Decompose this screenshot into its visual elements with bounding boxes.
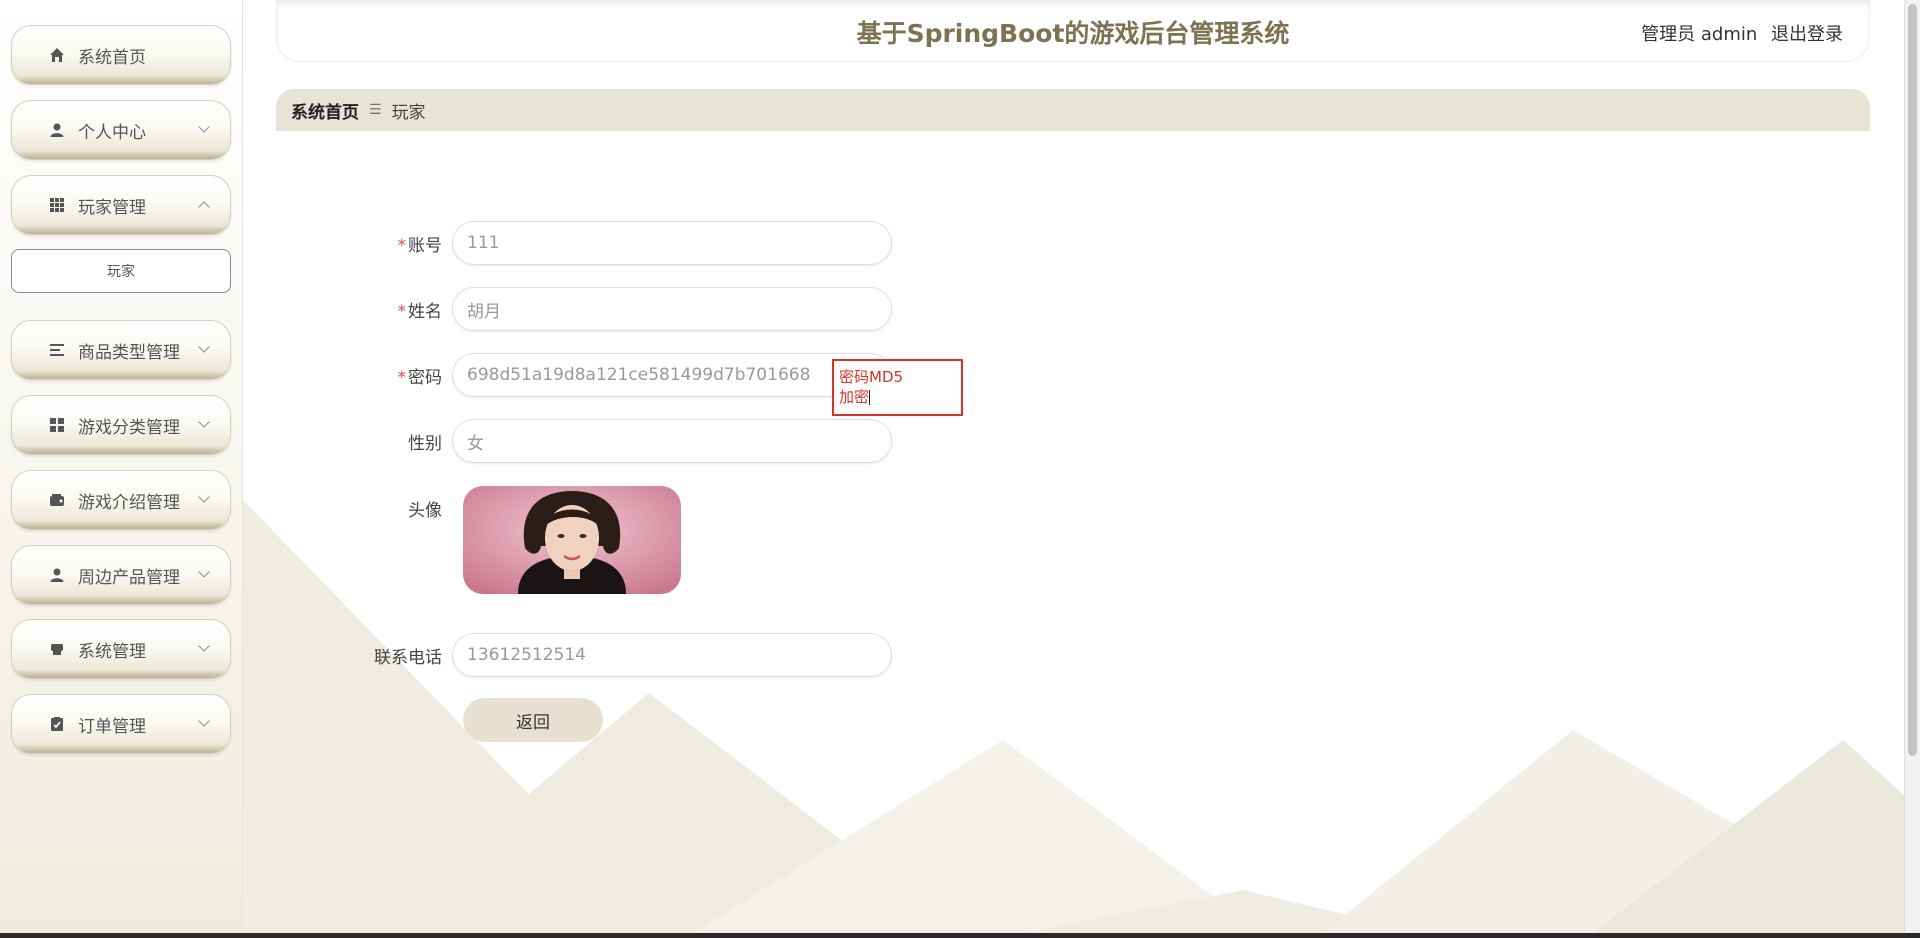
chevron-down-icon bbox=[198, 121, 210, 133]
user-info: 管理员 admin 退出登录 bbox=[1641, 20, 1843, 46]
chevron-up-icon bbox=[198, 201, 210, 213]
chevron-down-icon bbox=[198, 416, 210, 428]
scrollbar-thumb[interactable] bbox=[1908, 4, 1917, 756]
home-icon bbox=[48, 46, 66, 64]
sidebar-item-label: 玩家管理 bbox=[78, 197, 146, 218]
annotation-line-1: 密码MD5 bbox=[839, 368, 904, 386]
sidebar-item-label: 系统首页 bbox=[78, 47, 146, 68]
chevron-down-icon bbox=[198, 640, 210, 652]
required-mark: * bbox=[397, 367, 407, 388]
sidebar-subitem-player[interactable]: 玩家 bbox=[11, 249, 231, 293]
app-title: 基于SpringBoot的游戏后台管理系统 bbox=[856, 19, 1290, 48]
sidebar-item-product-type[interactable]: 商品类型管理 bbox=[11, 320, 231, 380]
sidebar-item-player-management[interactable]: 玩家管理 bbox=[11, 175, 231, 235]
form-row-account: * 账号 111 bbox=[300, 221, 892, 265]
sidebar-item-merchandise[interactable]: 周边产品管理 bbox=[11, 545, 231, 605]
form-row-password: * 密码 698d51a19d8a121ce581499d7b701668 bbox=[300, 353, 892, 397]
sidebar-item-label: 个人中心 bbox=[78, 122, 146, 143]
vertical-scrollbar[interactable] bbox=[1904, 0, 1920, 933]
sidebar-item-game-category[interactable]: 游戏分类管理 bbox=[11, 395, 231, 455]
menu-icon: ☰ bbox=[369, 102, 382, 118]
window-bottom-edge bbox=[0, 933, 1920, 938]
user-icon bbox=[48, 121, 66, 139]
sidebar-item-profile[interactable]: 个人中心 bbox=[11, 100, 231, 160]
list-icon bbox=[48, 341, 66, 359]
admin-label: 管理员 admin bbox=[1641, 24, 1758, 45]
gender-label: 性别 bbox=[408, 433, 442, 454]
required-mark: * bbox=[397, 301, 407, 322]
name-input[interactable]: 胡月 bbox=[452, 287, 892, 331]
phone-label: 联系电话 bbox=[374, 647, 442, 668]
breadcrumb-home[interactable]: 系统首页 bbox=[291, 98, 359, 123]
name-label: * 姓名 bbox=[397, 301, 443, 322]
back-button[interactable]: 返回 bbox=[463, 698, 603, 742]
chevron-down-icon bbox=[198, 715, 210, 727]
account-label: * 账号 bbox=[397, 235, 443, 256]
sidebar-item-system[interactable]: 系统管理 bbox=[11, 619, 231, 679]
account-input[interactable]: 111 bbox=[452, 221, 892, 265]
sidebar-item-label: 周边产品管理 bbox=[78, 567, 180, 588]
sidebar-item-label: 系统管理 bbox=[78, 641, 146, 662]
chevron-down-icon bbox=[198, 566, 210, 578]
sidebar-item-label: 订单管理 bbox=[78, 716, 146, 737]
form-row-name: * 姓名 胡月 bbox=[300, 287, 892, 331]
form-row-avatar: 头像 bbox=[300, 486, 452, 530]
grid-icon bbox=[48, 196, 66, 214]
sidebar-item-label: 商品类型管理 bbox=[78, 342, 180, 363]
form-row-gender: 性别 女 bbox=[300, 419, 892, 463]
printer-icon bbox=[48, 640, 66, 658]
top-header: 基于SpringBoot的游戏后台管理系统 管理员 admin 退出登录 bbox=[276, 0, 1870, 62]
chevron-down-icon bbox=[198, 491, 210, 503]
sidebar-item-home[interactable]: 系统首页 bbox=[11, 25, 231, 85]
clipboard-icon bbox=[48, 715, 66, 733]
password-label: * 密码 bbox=[397, 367, 443, 388]
sidebar-item-label: 游戏介绍管理 bbox=[78, 492, 180, 513]
gender-input[interactable]: 女 bbox=[452, 419, 892, 463]
wallet-icon bbox=[48, 491, 66, 509]
sidebar-item-game-intro[interactable]: 游戏介绍管理 bbox=[11, 470, 231, 530]
phone-input[interactable]: 13612512514 bbox=[452, 633, 892, 677]
user-icon bbox=[48, 566, 66, 584]
form-row-phone: 联系电话 13612512514 bbox=[300, 633, 892, 677]
sidebar-item-orders[interactable]: 订单管理 bbox=[11, 694, 231, 754]
sidebar: 系统首页 个人中心 玩家管理 玩家 商品类型管理 游戏分类管理 游戏介绍管理 周… bbox=[0, 0, 243, 933]
password-input[interactable]: 698d51a19d8a121ce581499d7b701668 bbox=[452, 353, 892, 397]
avatar-label: 头像 bbox=[408, 500, 442, 521]
breadcrumb-current: 玩家 bbox=[391, 102, 426, 123]
password-annotation[interactable]: 密码MD5 加密 bbox=[832, 359, 963, 416]
apps-icon bbox=[48, 416, 66, 434]
sidebar-item-label: 游戏分类管理 bbox=[78, 417, 180, 438]
avatar bbox=[463, 486, 681, 594]
breadcrumb: 系统首页 ☰ 玩家 bbox=[276, 89, 1870, 131]
logout-link[interactable]: 退出登录 bbox=[1771, 24, 1843, 45]
chevron-down-icon bbox=[198, 341, 210, 353]
required-mark: * bbox=[397, 235, 407, 256]
annotation-line-2: 加密 bbox=[839, 388, 871, 406]
